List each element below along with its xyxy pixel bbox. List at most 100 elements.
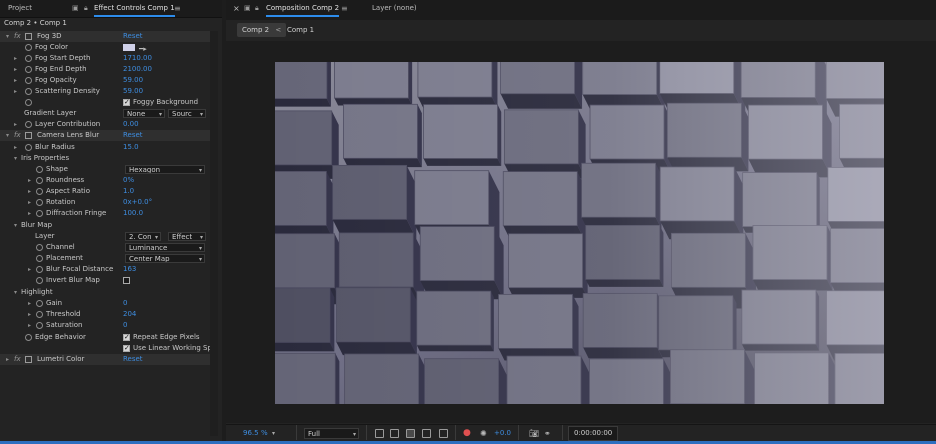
panel-menu-icon[interactable]: ≡ <box>341 0 348 17</box>
expand-chevron-icon[interactable]: ▸ <box>14 64 17 75</box>
stopwatch-icon[interactable] <box>36 300 43 307</box>
chevron-left-icon[interactable]: < <box>275 26 281 34</box>
tab-comp1[interactable]: Comp 1 <box>282 23 319 37</box>
stopwatch-icon[interactable] <box>36 311 43 318</box>
stopwatch-icon[interactable] <box>25 334 32 341</box>
group-highlight[interactable]: ▾ Highlight <box>0 287 210 298</box>
stopwatch-icon[interactable] <box>36 188 43 195</box>
prop-value[interactable]: 0 <box>123 298 127 309</box>
reset-button[interactable]: Reset <box>123 130 143 141</box>
expand-chevron-icon[interactable]: ▸ <box>14 75 17 86</box>
stopwatch-icon[interactable] <box>36 277 43 284</box>
color-channels-icon[interactable]: ● <box>463 425 471 442</box>
blur-map-mode-dropdown[interactable]: Effect ▾ <box>168 232 206 241</box>
collapse-chevron-icon[interactable]: ▾ <box>14 220 17 231</box>
tab-layer[interactable]: Layer (none) <box>372 0 417 17</box>
grid-guides-icon[interactable] <box>439 429 448 438</box>
collapse-chevron-icon[interactable]: ▾ <box>14 287 17 298</box>
fast-previews-icon[interactable] <box>375 429 384 438</box>
reset-button[interactable]: Reset <box>123 31 143 42</box>
color-swatch[interactable] <box>123 44 135 51</box>
tab-composition[interactable]: Composition Comp 2 <box>266 0 340 17</box>
gradient-source-dropdown[interactable]: Sourc ▾ <box>168 109 206 118</box>
stopwatch-icon[interactable] <box>25 66 32 73</box>
fx-icon[interactable]: fx <box>14 130 21 141</box>
region-of-interest-icon[interactable] <box>422 429 431 438</box>
effect-header-camera-lens-blur[interactable]: ▾ fx Camera Lens Blur Reset <box>0 130 210 141</box>
prop-value[interactable]: 2100.00 <box>123 64 152 75</box>
exposure-reset-icon[interactable]: ✺ <box>480 425 487 442</box>
linear-working-space-checkbox[interactable] <box>123 343 130 354</box>
foggy-background-checkbox[interactable] <box>123 97 130 108</box>
stopwatch-icon[interactable] <box>36 210 43 217</box>
expand-chevron-icon[interactable]: ▸ <box>14 142 17 153</box>
reset-button[interactable]: Reset <box>123 354 143 365</box>
shape-dropdown[interactable]: Hexagon ▾ <box>125 165 205 174</box>
prop-value[interactable]: 0 <box>123 320 127 331</box>
collapse-chevron-icon[interactable]: ▾ <box>6 31 9 42</box>
prop-value[interactable]: 1.0 <box>123 186 134 197</box>
lock-icon[interactable]: 🔒︎ <box>255 0 259 17</box>
prop-value[interactable]: 15.0 <box>123 142 139 153</box>
invert-blur-map-checkbox[interactable] <box>123 277 130 284</box>
tab-effect-controls[interactable]: Effect Controls Comp 1 <box>94 0 175 17</box>
prop-value[interactable]: 1710.00 <box>123 53 152 64</box>
expand-chevron-icon[interactable]: ▸ <box>6 354 9 365</box>
group-iris-properties[interactable]: ▾ Iris Properties <box>0 153 210 164</box>
expand-chevron-icon[interactable]: ▸ <box>14 53 17 64</box>
expand-chevron-icon[interactable]: ▸ <box>28 186 31 197</box>
prop-value[interactable]: 0x+0.0° <box>123 197 152 208</box>
expand-chevron-icon[interactable]: ▸ <box>28 320 31 331</box>
stopwatch-icon[interactable] <box>36 199 43 206</box>
stopwatch-icon[interactable] <box>36 322 43 329</box>
stopwatch-icon[interactable] <box>25 77 32 84</box>
stopwatch-icon[interactable] <box>25 99 32 106</box>
stopwatch-icon[interactable] <box>25 88 32 95</box>
resolution-dropdown[interactable]: Full ▾ <box>304 428 359 439</box>
group-blur-map[interactable]: ▾ Blur Map <box>0 220 210 231</box>
collapse-chevron-icon[interactable]: ▾ <box>14 153 17 164</box>
prop-value[interactable]: 163 <box>123 264 136 275</box>
prop-value[interactable]: 204 <box>123 309 136 320</box>
show-snapshot-icon[interactable]: ⚭ <box>544 425 551 442</box>
close-icon[interactable]: × <box>233 0 240 17</box>
tab-project[interactable]: Project <box>8 0 32 17</box>
stopwatch-icon[interactable] <box>25 144 32 151</box>
exposure-value[interactable]: +0.0 <box>494 425 511 442</box>
fx-icon[interactable]: fx <box>14 354 21 365</box>
timecode-field[interactable]: 0:00:00:00 <box>568 426 619 441</box>
prop-value[interactable]: 100.0 <box>123 208 143 219</box>
snapshot-camera-icon[interactable]: 📷︎ <box>529 425 539 442</box>
stopwatch-icon[interactable] <box>36 255 43 262</box>
prop-value[interactable]: 59.00 <box>123 75 143 86</box>
stopwatch-icon[interactable] <box>25 121 32 128</box>
mask-visibility-icon[interactable] <box>406 429 415 438</box>
panel-scrollbar[interactable] <box>210 31 218 436</box>
prop-value[interactable]: 0.00 <box>123 119 139 130</box>
placement-dropdown[interactable]: Center Map ▾ <box>125 254 205 263</box>
effect-header-fog3d[interactable]: ▾ fx Fog 3D Reset <box>0 31 210 42</box>
fx-icon[interactable]: fx <box>14 31 21 42</box>
expand-chevron-icon[interactable]: ▸ <box>28 264 31 275</box>
stopwatch-icon[interactable] <box>25 44 32 51</box>
stopwatch-icon[interactable] <box>25 55 32 62</box>
effect-header-lumetri-color[interactable]: ▸ fx Lumetri Color Reset <box>0 354 210 365</box>
stopwatch-icon[interactable] <box>36 266 43 273</box>
expand-chevron-icon[interactable]: ▸ <box>14 119 17 130</box>
stopwatch-icon[interactable] <box>36 166 43 173</box>
expand-chevron-icon[interactable]: ▸ <box>28 298 31 309</box>
expand-chevron-icon[interactable]: ▸ <box>28 309 31 320</box>
collapse-chevron-icon[interactable]: ▾ <box>6 130 9 141</box>
stopwatch-icon[interactable] <box>36 244 43 251</box>
transparency-grid-icon[interactable] <box>390 429 399 438</box>
blur-map-layer-dropdown[interactable]: 2. Con ▾ <box>125 232 161 241</box>
channel-dropdown[interactable]: Luminance ▾ <box>125 243 205 252</box>
stopwatch-icon[interactable] <box>36 177 43 184</box>
expand-chevron-icon[interactable]: ▸ <box>28 208 31 219</box>
zoom-unit[interactable]: % <box>261 425 268 442</box>
gradient-layer-dropdown[interactable]: None ▾ <box>123 109 165 118</box>
prop-value[interactable]: 59.00 <box>123 86 143 97</box>
expand-chevron-icon[interactable]: ▸ <box>28 175 31 186</box>
zoom-dropdown-icon[interactable]: ▾ <box>272 425 275 442</box>
prop-value[interactable]: 0% <box>123 175 134 186</box>
